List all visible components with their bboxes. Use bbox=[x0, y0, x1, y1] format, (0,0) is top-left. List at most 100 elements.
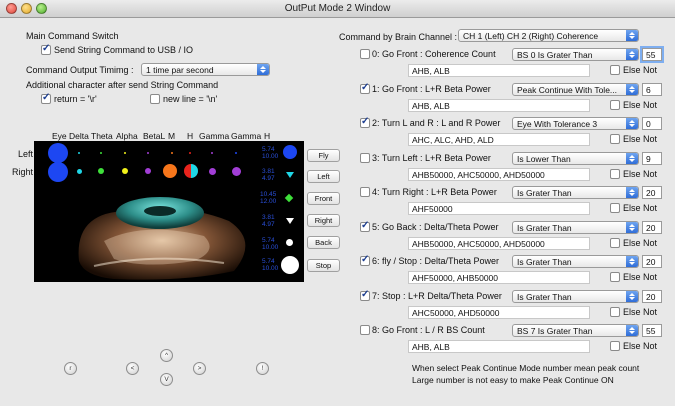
command-0-value-input[interactable]: 55 bbox=[642, 48, 662, 61]
command-3-checkbox[interactable] bbox=[360, 153, 370, 163]
send-usb-checkbox[interactable] bbox=[41, 43, 51, 55]
command-5-value-input[interactable]: 20 bbox=[642, 221, 662, 234]
note-line-1: When select Peak Continue Mode number me… bbox=[412, 363, 640, 373]
command-1-checkbox[interactable] bbox=[360, 82, 370, 94]
command-7-mode-select[interactable]: Is Grater Than bbox=[512, 290, 639, 303]
header-eye: Eye bbox=[52, 131, 67, 141]
header-gamma-2: Gamma bbox=[231, 131, 262, 141]
meter-3-triangle bbox=[286, 218, 294, 224]
command-4-label: 4: Turn Right : L+R Beta Power bbox=[372, 187, 497, 197]
command-5-label: 5: Go Back : Delta/Theta Power bbox=[372, 222, 499, 232]
channel-select[interactable]: CH 1 (Left) CH 2 (Right) Coherence bbox=[458, 29, 639, 42]
command-1-channels-field[interactable]: AHB, ALB bbox=[408, 99, 590, 112]
header-alpha: Alpha bbox=[116, 131, 138, 141]
chevron-updown-icon bbox=[626, 256, 638, 267]
command-0-channels-field[interactable]: AHB, ALB bbox=[408, 64, 590, 77]
command-1-mode-value: Peak Continue With Tole... bbox=[517, 85, 618, 95]
command-8-mode-value: BS 7 Is Grater Than bbox=[517, 326, 593, 336]
meter-5: 5.74 10.00 bbox=[262, 258, 279, 272]
meter-0: 5.74 10.00 bbox=[262, 146, 279, 160]
command-4-mode-value: Is Grater Than bbox=[517, 188, 572, 198]
right-button[interactable]: Right bbox=[307, 214, 340, 227]
command-2-mode-select[interactable]: Eye With Tolerance 3 bbox=[512, 117, 639, 130]
return-checkbox[interactable] bbox=[41, 92, 51, 104]
command-7-checkbox[interactable] bbox=[360, 289, 370, 301]
command-8-mode-select[interactable]: BS 7 Is Grater Than bbox=[512, 324, 639, 337]
command-7-value-input[interactable]: 20 bbox=[642, 290, 662, 303]
meter-5-dot bbox=[281, 256, 299, 274]
chevron-updown-icon bbox=[626, 222, 638, 233]
command-2-checkbox[interactable] bbox=[360, 116, 370, 128]
command-3-channels-field[interactable]: AHB50000, AHC50000, AHD50000 bbox=[408, 168, 590, 181]
fly-button[interactable]: Fly bbox=[307, 149, 340, 162]
command-7-channels-field[interactable]: AHC50000, AHD50000 bbox=[408, 306, 590, 319]
command-8-channels-field[interactable]: AHB, ALB bbox=[408, 340, 590, 353]
timing-select[interactable]: 1 time par second bbox=[141, 63, 270, 76]
chevron-updown-icon bbox=[257, 64, 269, 75]
timing-label: Command Output Timimg : bbox=[26, 65, 134, 75]
header-betal: BetaL bbox=[143, 131, 166, 141]
alert-round-button[interactable]: ! bbox=[256, 362, 269, 375]
note-line-2: Large number is not easy to make Peak Co… bbox=[412, 375, 614, 385]
down-arrow-round-button[interactable]: V bbox=[160, 373, 173, 386]
command-0-mode-select[interactable]: BS 0 Is Grater Than bbox=[512, 48, 639, 61]
command-0-mode-value: BS 0 Is Grater Than bbox=[517, 50, 593, 60]
command-5-channels-field[interactable]: AHB50000, AHC50000, AHD50000 bbox=[408, 237, 590, 250]
front-button[interactable]: Front bbox=[307, 192, 340, 205]
row-label-right: Right bbox=[12, 167, 34, 177]
command-4-checkbox[interactable] bbox=[360, 187, 370, 197]
command-5-else-not-checkbox[interactable] bbox=[610, 238, 620, 248]
command-3-mode-select[interactable]: Is Lower Than bbox=[512, 152, 639, 165]
command-3-value-input[interactable]: 9 bbox=[642, 152, 662, 165]
brain-visualization-panel: 5.74 10.00 3.81 4.97 10.45 12.00 3.81 4.97 5… bbox=[34, 141, 304, 282]
meter-4-dot bbox=[286, 239, 293, 246]
command-8-else-not-checkbox[interactable] bbox=[610, 341, 620, 351]
up-arrow-round-button[interactable]: ^ bbox=[160, 349, 173, 362]
right-arrow-round-button[interactable]: > bbox=[193, 362, 206, 375]
command-1-value-input[interactable]: 6 bbox=[642, 83, 662, 96]
meter-1-triangle bbox=[286, 172, 294, 178]
header-theta: Theta bbox=[91, 131, 113, 141]
command-6-label: 6: fly / Stop : Delta/Theta Power bbox=[372, 256, 500, 266]
command-0-checkbox[interactable] bbox=[360, 49, 370, 59]
command-1-else-not-checkbox[interactable] bbox=[610, 100, 620, 110]
command-3-else-not-checkbox[interactable] bbox=[610, 169, 620, 179]
command-4-else-not-checkbox[interactable] bbox=[610, 203, 620, 213]
stop-button[interactable]: Stop bbox=[307, 259, 340, 272]
chevron-updown-icon bbox=[626, 118, 638, 129]
chevron-updown-icon bbox=[626, 49, 638, 60]
left-arrow-round-button[interactable]: < bbox=[126, 362, 139, 375]
title-bar: OutPut Mode 2 Window bbox=[0, 0, 675, 18]
command-6-checkbox[interactable] bbox=[360, 254, 370, 266]
command-6-value-input[interactable]: 20 bbox=[642, 255, 662, 268]
command-0-else-not-checkbox[interactable] bbox=[610, 65, 620, 75]
newline-checkbox[interactable] bbox=[150, 94, 160, 104]
command-5-checkbox[interactable] bbox=[360, 220, 370, 232]
reset-round-button[interactable]: r bbox=[64, 362, 77, 375]
meter-1: 3.81 4.97 bbox=[262, 168, 275, 182]
command-5-mode-select[interactable]: Is Grater Than bbox=[512, 221, 639, 234]
command-4-channels-field[interactable]: AHF50000 bbox=[408, 202, 590, 215]
command-2-channels-field[interactable]: AHC, ALC, AHD, ALD bbox=[408, 133, 590, 146]
command-4-value-input[interactable]: 20 bbox=[642, 186, 662, 199]
command-4-mode-select[interactable]: Is Grater Than bbox=[512, 186, 639, 199]
meter-3: 3.81 4.97 bbox=[262, 214, 275, 228]
command-8-value-input[interactable]: 55 bbox=[642, 324, 662, 337]
command-1-mode-select[interactable]: Peak Continue With Tole... bbox=[512, 83, 639, 96]
command-8-label: 8: Go Front : L / R BS Count bbox=[372, 325, 485, 335]
command-7-else-not-label: Else Not bbox=[623, 307, 658, 317]
left-button[interactable]: Left bbox=[307, 170, 340, 183]
back-button[interactable]: Back bbox=[307, 236, 340, 249]
command-2-value-input[interactable]: 0 bbox=[642, 117, 662, 130]
command-7-label: 7: Stop : L+R Delta/Theta Power bbox=[372, 291, 502, 301]
channel-label: Command by Brain Channel : bbox=[339, 32, 458, 42]
command-2-else-not-checkbox[interactable] bbox=[610, 134, 620, 144]
command-0-label: 0: Go Front : Coherence Count bbox=[372, 49, 496, 59]
command-7-else-not-checkbox[interactable] bbox=[610, 307, 620, 317]
meter-2: 10.45 12.00 bbox=[260, 191, 277, 205]
command-6-channels-field[interactable]: AHF50000, AHB50000 bbox=[408, 271, 590, 284]
command-8-checkbox[interactable] bbox=[360, 325, 370, 335]
newline-label: new line = '\n' bbox=[163, 94, 218, 104]
command-6-else-not-checkbox[interactable] bbox=[610, 272, 620, 282]
command-6-mode-select[interactable]: Is Grater Than bbox=[512, 255, 639, 268]
